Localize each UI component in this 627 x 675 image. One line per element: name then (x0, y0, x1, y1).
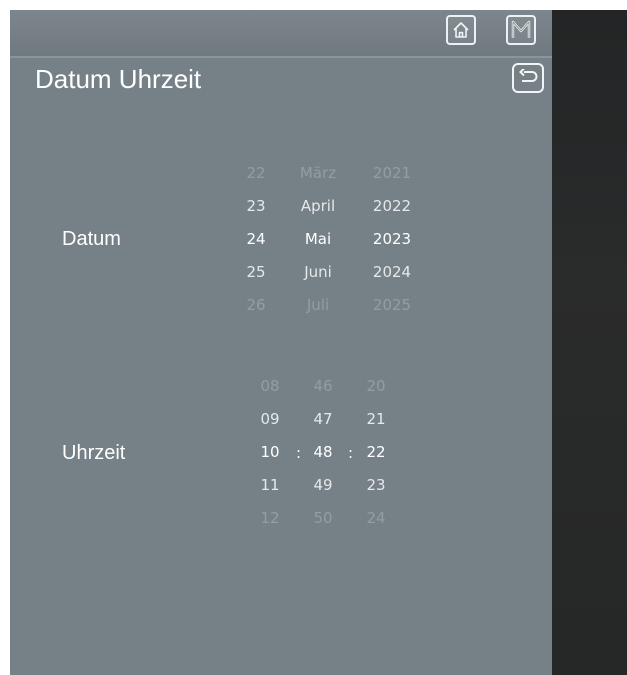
month-option[interactable]: Juli (288, 289, 348, 322)
year-option[interactable]: 2024 (366, 256, 418, 289)
day-column[interactable]: 22 23 24 25 26 (240, 157, 272, 322)
home-button[interactable] (446, 15, 476, 45)
minute-option-selected[interactable]: 48 (308, 436, 338, 469)
year-column[interactable]: 2021 2022 2023 2024 2025 (366, 157, 418, 322)
year-option-selected[interactable]: 2023 (366, 223, 418, 256)
second-option[interactable]: 21 (361, 403, 391, 436)
second-option[interactable]: 24 (361, 502, 391, 535)
month-option-selected[interactable]: Mai (288, 223, 348, 256)
home-icon (453, 22, 469, 38)
menu-m-button[interactable] (506, 15, 536, 45)
right-side-strip (552, 10, 627, 675)
year-option[interactable]: 2022 (366, 190, 418, 223)
page-title: Datum Uhrzeit (35, 64, 202, 94)
time-separator: : (296, 444, 302, 462)
datetime-panel: Datum Uhrzeit Datum 22 23 24 25 26 März … (10, 56, 552, 675)
hour-option[interactable]: 08 (255, 370, 285, 403)
day-option[interactable]: 22 (240, 157, 272, 190)
time-separator: : (348, 444, 354, 462)
minute-option[interactable]: 49 (308, 469, 338, 502)
day-option[interactable]: 26 (240, 289, 272, 322)
hour-option-selected[interactable]: 10 (255, 436, 285, 469)
hour-column[interactable]: 08 09 10 11 12 (255, 370, 285, 535)
month-option[interactable]: März (288, 157, 348, 190)
second-option-selected[interactable]: 22 (361, 436, 391, 469)
hour-option[interactable]: 12 (255, 502, 285, 535)
year-option[interactable]: 2025 (366, 289, 418, 322)
month-column[interactable]: März April Mai Juni Juli (288, 157, 348, 322)
hour-option[interactable]: 11 (255, 469, 285, 502)
day-option-selected[interactable]: 24 (240, 223, 272, 256)
hour-option[interactable]: 09 (255, 403, 285, 436)
day-option[interactable]: 25 (240, 256, 272, 289)
minute-option[interactable]: 46 (308, 370, 338, 403)
second-column[interactable]: 20 21 22 23 24 (361, 370, 391, 535)
minute-column[interactable]: 46 47 48 49 50 (308, 370, 338, 535)
second-option[interactable]: 20 (361, 370, 391, 403)
year-option[interactable]: 2021 (366, 157, 418, 190)
minute-option[interactable]: 47 (308, 403, 338, 436)
date-label: Datum (62, 228, 121, 250)
second-option[interactable]: 23 (361, 469, 391, 502)
top-bar (10, 10, 552, 56)
back-arrow-icon (519, 69, 538, 82)
time-label: Uhrzeit (62, 442, 126, 464)
day-option[interactable]: 23 (240, 190, 272, 223)
month-option[interactable]: Juni (288, 256, 348, 289)
m-menu-icon (511, 20, 531, 38)
minute-option[interactable]: 50 (308, 502, 338, 535)
month-option[interactable]: April (288, 190, 348, 223)
back-button[interactable] (512, 63, 544, 93)
